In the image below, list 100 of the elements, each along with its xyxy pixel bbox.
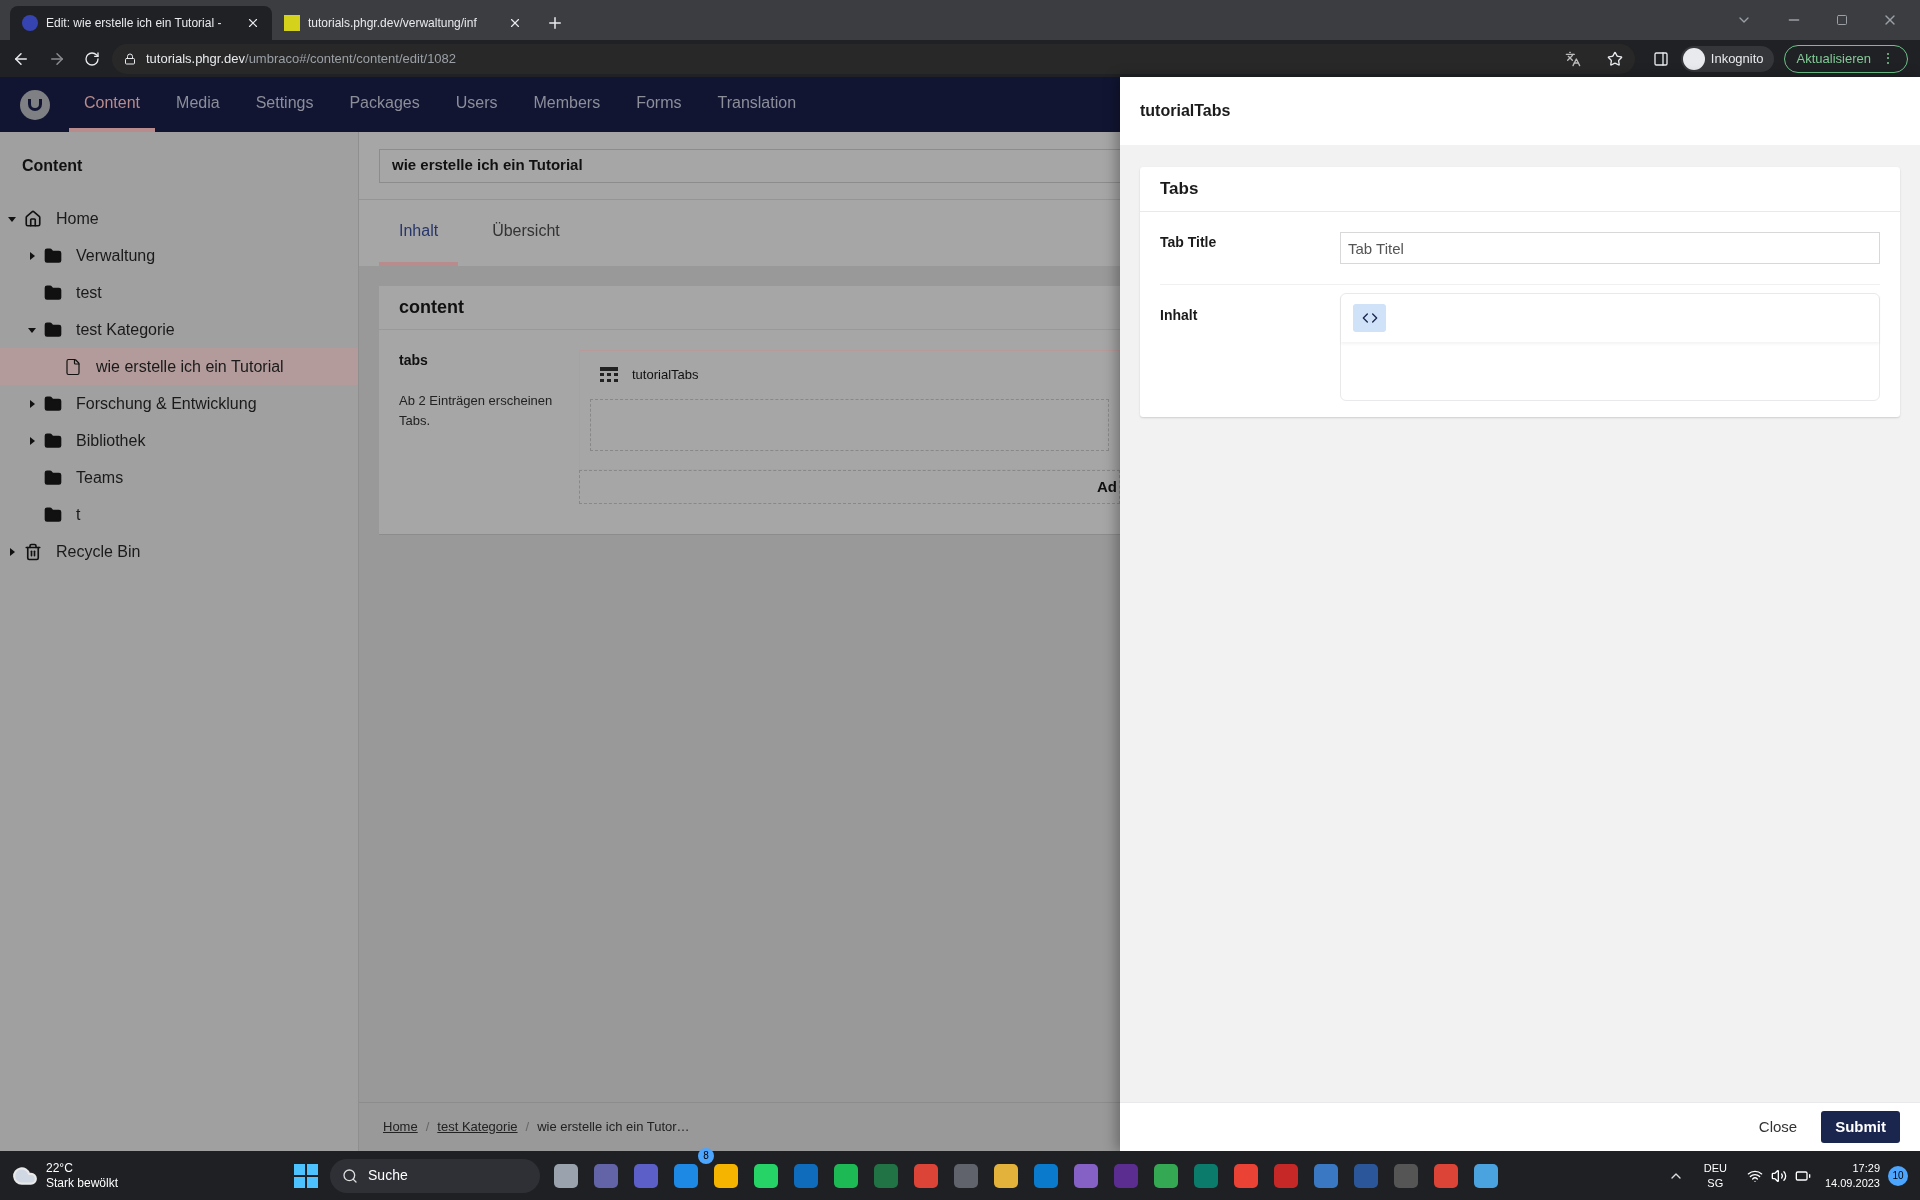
app-icon[interactable] bbox=[1234, 1163, 1259, 1188]
caret-icon[interactable] bbox=[28, 251, 36, 260]
volume-icon[interactable] bbox=[1770, 1167, 1787, 1184]
tab-title: Edit: wie erstelle ich ein Tutorial - bbox=[46, 15, 223, 32]
caret-icon[interactable] bbox=[28, 325, 36, 334]
add-button[interactable]: Ad bbox=[579, 470, 1120, 504]
tree-item[interactable]: Recycle Bin bbox=[0, 533, 358, 570]
restore-icon[interactable] bbox=[1836, 14, 1848, 26]
nav-tab[interactable]: Packages bbox=[334, 77, 435, 132]
card-title: Tabs bbox=[1140, 167, 1900, 212]
app-icon[interactable] bbox=[834, 1163, 859, 1188]
app-icon[interactable] bbox=[714, 1163, 739, 1188]
app-icon[interactable] bbox=[674, 1163, 699, 1188]
tree-item[interactable]: Home bbox=[0, 200, 358, 237]
folder-icon bbox=[44, 431, 62, 450]
app-icon[interactable] bbox=[994, 1163, 1019, 1188]
folder-icon bbox=[44, 394, 62, 413]
language-code[interactable]: DEU bbox=[1703, 1160, 1727, 1176]
breadcrumb-current: wie erstelle ich ein Tutor… bbox=[537, 1118, 690, 1137]
nav-tab[interactable]: Translation bbox=[702, 77, 812, 132]
start-icon[interactable] bbox=[294, 1163, 319, 1188]
side-panel-icon[interactable] bbox=[1652, 50, 1669, 67]
url-text: tutorials.phgr.dev/umbraco#/content/content/edit/1082 bbox=[146, 49, 457, 68]
name-field[interactable]: wie erstelle ich ein Tutorial bbox=[379, 148, 1120, 183]
breadcrumb-link[interactable]: Home bbox=[383, 1117, 418, 1137]
tree-item[interactable]: Teams bbox=[0, 459, 358, 496]
logo[interactable] bbox=[20, 89, 50, 120]
search-icon bbox=[342, 1167, 359, 1184]
site-icon bbox=[22, 15, 38, 31]
tab-title: tutorials.phgr.dev/verwaltung/inf bbox=[308, 15, 478, 32]
caret-icon[interactable] bbox=[8, 547, 16, 556]
property-label: tabs bbox=[399, 351, 429, 370]
breadcrumb-separator: / bbox=[525, 1118, 530, 1137]
reload-icon[interactable] bbox=[84, 50, 100, 67]
folder-icon bbox=[44, 468, 62, 487]
nav-tab[interactable]: Media bbox=[161, 77, 235, 132]
field-label: Tab Title bbox=[1160, 233, 1218, 252]
bookmark-icon[interactable] bbox=[1606, 50, 1623, 67]
app-icon[interactable] bbox=[554, 1163, 579, 1188]
clock-time[interactable]: 17:29 bbox=[1824, 1160, 1880, 1176]
tree-item[interactable]: Forschung & Entwicklung bbox=[0, 385, 358, 422]
block-name: tutorialTabs bbox=[632, 366, 699, 385]
new-tab-icon[interactable] bbox=[546, 14, 564, 32]
source-code-button[interactable] bbox=[1353, 304, 1386, 332]
site-icon bbox=[284, 15, 300, 31]
tree-item[interactable]: Bibliothek bbox=[0, 422, 358, 459]
nav-tab[interactable]: Settings bbox=[240, 77, 329, 132]
tree-item-label: t bbox=[76, 504, 81, 525]
tree-item-label: test bbox=[76, 282, 102, 303]
trash-icon bbox=[24, 542, 42, 561]
home-icon bbox=[24, 209, 42, 228]
profile-chip[interactable]: Inkognito bbox=[1680, 45, 1774, 72]
submit-button[interactable]: Submit bbox=[1821, 1111, 1900, 1143]
app-icon[interactable] bbox=[754, 1163, 779, 1188]
editor-tab[interactable]: Übersicht bbox=[472, 200, 580, 266]
app-icon[interactable] bbox=[1034, 1163, 1059, 1188]
nav-tab[interactable]: Forms bbox=[621, 77, 697, 132]
tab-title-field[interactable]: Tab Titel bbox=[1340, 232, 1880, 264]
tree-item[interactable]: test bbox=[0, 274, 358, 311]
tree-item[interactable]: Verwaltung bbox=[0, 237, 358, 274]
tree-item[interactable]: t bbox=[0, 496, 358, 533]
tree-item-label: test Kategorie bbox=[76, 319, 175, 340]
caret-icon[interactable] bbox=[28, 436, 36, 445]
folder-icon bbox=[44, 246, 62, 265]
caret-icon[interactable] bbox=[8, 214, 16, 223]
close-icon[interactable] bbox=[246, 16, 260, 30]
folder-icon bbox=[44, 505, 62, 524]
notification-badge[interactable]: 10 bbox=[1888, 1165, 1908, 1186]
translate-icon[interactable] bbox=[1564, 50, 1581, 67]
tree-item-label: Verwaltung bbox=[76, 245, 156, 266]
browser-tab[interactable]: Edit: wie erstelle ich ein Tutorial - bbox=[10, 6, 272, 40]
section-title: Content bbox=[21, 156, 84, 176]
browser-tab[interactable]: tutorials.phgr.dev/verwaltung/inf bbox=[272, 6, 534, 40]
tree-item-label: wie erstelle ich ein Tutorial bbox=[96, 356, 284, 377]
folder-icon bbox=[44, 283, 62, 302]
address-bar[interactable]: tutorials.phgr.dev/umbraco#/content/content/edit/1082 bbox=[112, 43, 1635, 74]
app-icon[interactable] bbox=[1314, 1163, 1339, 1188]
caret-icon[interactable] bbox=[28, 399, 36, 408]
app-icon[interactable] bbox=[1434, 1163, 1459, 1188]
app-icon[interactable] bbox=[1474, 1163, 1499, 1188]
editor-tab[interactable]: Inhalt bbox=[379, 200, 459, 266]
taskbar-search[interactable]: Suche bbox=[330, 1158, 541, 1193]
tree-item-label: Recycle Bin bbox=[56, 541, 141, 562]
code-icon bbox=[1361, 310, 1378, 326]
tree-item[interactable]: wie erstelle ich ein Tutorial bbox=[0, 348, 358, 385]
nav-tab[interactable]: Users bbox=[440, 77, 513, 132]
close-button[interactable]: Close bbox=[1750, 1111, 1806, 1143]
folder-icon bbox=[44, 320, 62, 339]
nav-tab[interactable]: Members bbox=[518, 77, 616, 132]
close-icon[interactable] bbox=[508, 16, 522, 30]
lock-icon bbox=[124, 52, 136, 65]
app-icon[interactable] bbox=[914, 1163, 939, 1188]
tree-item-label: Home bbox=[56, 208, 99, 229]
breadcrumb-link[interactable]: test Kategorie bbox=[437, 1117, 518, 1137]
clock-date[interactable]: 14.09.2023 bbox=[1824, 1175, 1880, 1191]
incognito-icon bbox=[1682, 47, 1705, 70]
app-icon[interactable] bbox=[1154, 1163, 1179, 1188]
weather-text: Stark bewölkt bbox=[46, 1175, 119, 1191]
region-code[interactable]: SG bbox=[1703, 1175, 1727, 1191]
tree-item[interactable]: test Kategorie bbox=[0, 311, 358, 348]
